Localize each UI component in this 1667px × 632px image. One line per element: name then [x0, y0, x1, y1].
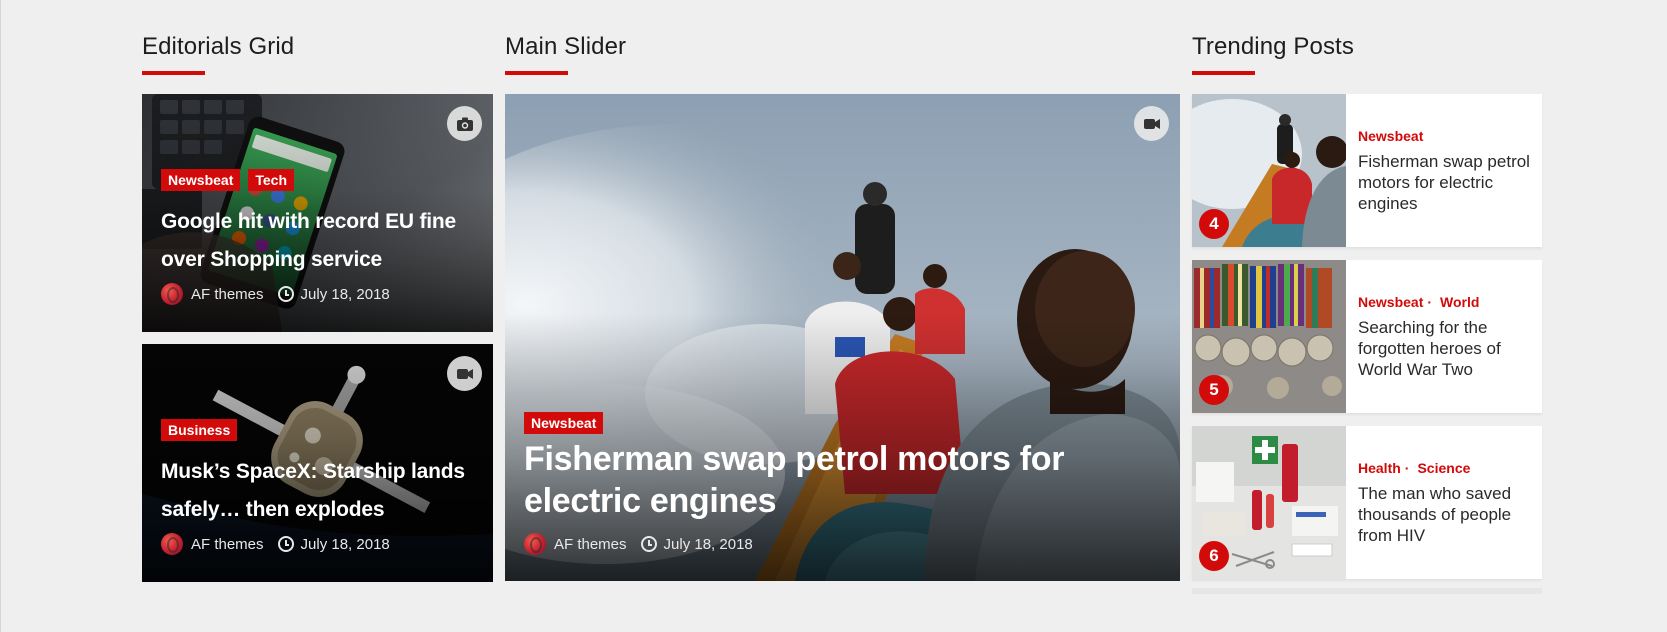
trending-item[interactable]: 5 Newsbeat · World Searching for the for… — [1192, 260, 1542, 413]
trending-thumbnail[interactable]: 4 — [1192, 94, 1346, 247]
clock-icon — [277, 536, 294, 552]
editorial-categories: Newsbeat Tech — [161, 169, 294, 191]
main-slider-heading: Main Slider — [505, 33, 627, 60]
trending-title[interactable]: Searching for the forgotten heroes of Wo… — [1358, 317, 1533, 380]
category-separator: · — [1427, 294, 1433, 310]
post-date: July 18, 2018 — [663, 535, 753, 553]
editorial-card-google[interactable]: Newsbeat Tech Google hit with record EU … — [142, 94, 493, 332]
post-meta: AF themes July 18, 2018 — [161, 533, 390, 555]
trending-title[interactable]: Fisherman swap petrol motors for electri… — [1358, 151, 1533, 214]
post-date: July 18, 2018 — [300, 535, 390, 553]
trending-categories: Newsbeat · World — [1358, 294, 1479, 310]
slider-categories: Newsbeat — [524, 412, 604, 434]
trending-item[interactable]: 6 Health · Science The man who saved tho… — [1192, 426, 1542, 579]
trending-next-item-edge — [1192, 588, 1542, 594]
clock-icon — [277, 286, 294, 302]
category-link-science[interactable]: Science — [1417, 460, 1470, 476]
page-left-border — [0, 0, 1, 632]
rank-badge: 4 — [1199, 209, 1229, 239]
camera-icon[interactable] — [447, 106, 482, 141]
post-meta: AF themes July 18, 2018 — [161, 283, 390, 305]
main-slider-slide[interactable]: Newsbeat Fisherman swap petrol motors fo… — [505, 94, 1180, 581]
author-name[interactable]: AF themes — [191, 536, 264, 553]
trending-thumbnail[interactable]: 5 — [1192, 260, 1346, 413]
post-meta: AF themes July 18, 2018 — [524, 533, 753, 555]
clock-icon — [640, 536, 657, 552]
author-avatar — [161, 283, 183, 305]
trending-categories: Newsbeat — [1358, 128, 1423, 144]
trending-thumbnail[interactable]: 6 — [1192, 426, 1346, 579]
rank-badge: 5 — [1199, 375, 1229, 405]
trending-item[interactable]: 4 Newsbeat Fisherman swap petrol motors … — [1192, 94, 1542, 247]
author-avatar — [161, 533, 183, 555]
category-tag-tech[interactable]: Tech — [248, 169, 294, 191]
editorial-title[interactable]: Google hit with record EU fine over Shop… — [161, 203, 479, 279]
trending-posts-heading: Trending Posts — [1192, 33, 1354, 60]
rank-badge: 6 — [1199, 541, 1229, 571]
category-tag-business[interactable]: Business — [161, 419, 238, 441]
trending-categories: Health · Science — [1358, 460, 1470, 476]
category-link-health[interactable]: Health — [1358, 460, 1401, 476]
editorials-grid-heading: Editorials Grid — [142, 33, 295, 60]
category-link-world[interactable]: World — [1440, 294, 1479, 310]
video-icon[interactable] — [1134, 106, 1169, 141]
category-separator: · — [1404, 460, 1410, 476]
author-name[interactable]: AF themes — [554, 536, 627, 553]
slider-heading-underline — [505, 71, 568, 75]
author-name[interactable]: AF themes — [191, 286, 264, 303]
category-link-newsbeat[interactable]: Newsbeat — [1358, 294, 1423, 310]
editorials-heading-underline — [142, 71, 205, 75]
video-icon[interactable] — [447, 356, 482, 391]
trending-heading-underline — [1192, 71, 1255, 75]
category-tag-newsbeat[interactable]: Newsbeat — [161, 169, 241, 191]
slider-post-title[interactable]: Fisherman swap petrol motors for electri… — [524, 438, 1084, 522]
author-avatar — [524, 533, 546, 555]
post-date: July 18, 2018 — [300, 285, 390, 303]
editorial-title[interactable]: Musk’s SpaceX: Starship lands safely… th… — [161, 453, 479, 529]
trending-title[interactable]: The man who saved thousands of people fr… — [1358, 483, 1533, 546]
category-link-newsbeat[interactable]: Newsbeat — [1358, 128, 1423, 144]
editorial-categories: Business — [161, 419, 238, 441]
editorial-card-spacex[interactable]: Business Musk’s SpaceX: Starship lands s… — [142, 344, 493, 582]
category-tag-newsbeat[interactable]: Newsbeat — [524, 412, 604, 434]
